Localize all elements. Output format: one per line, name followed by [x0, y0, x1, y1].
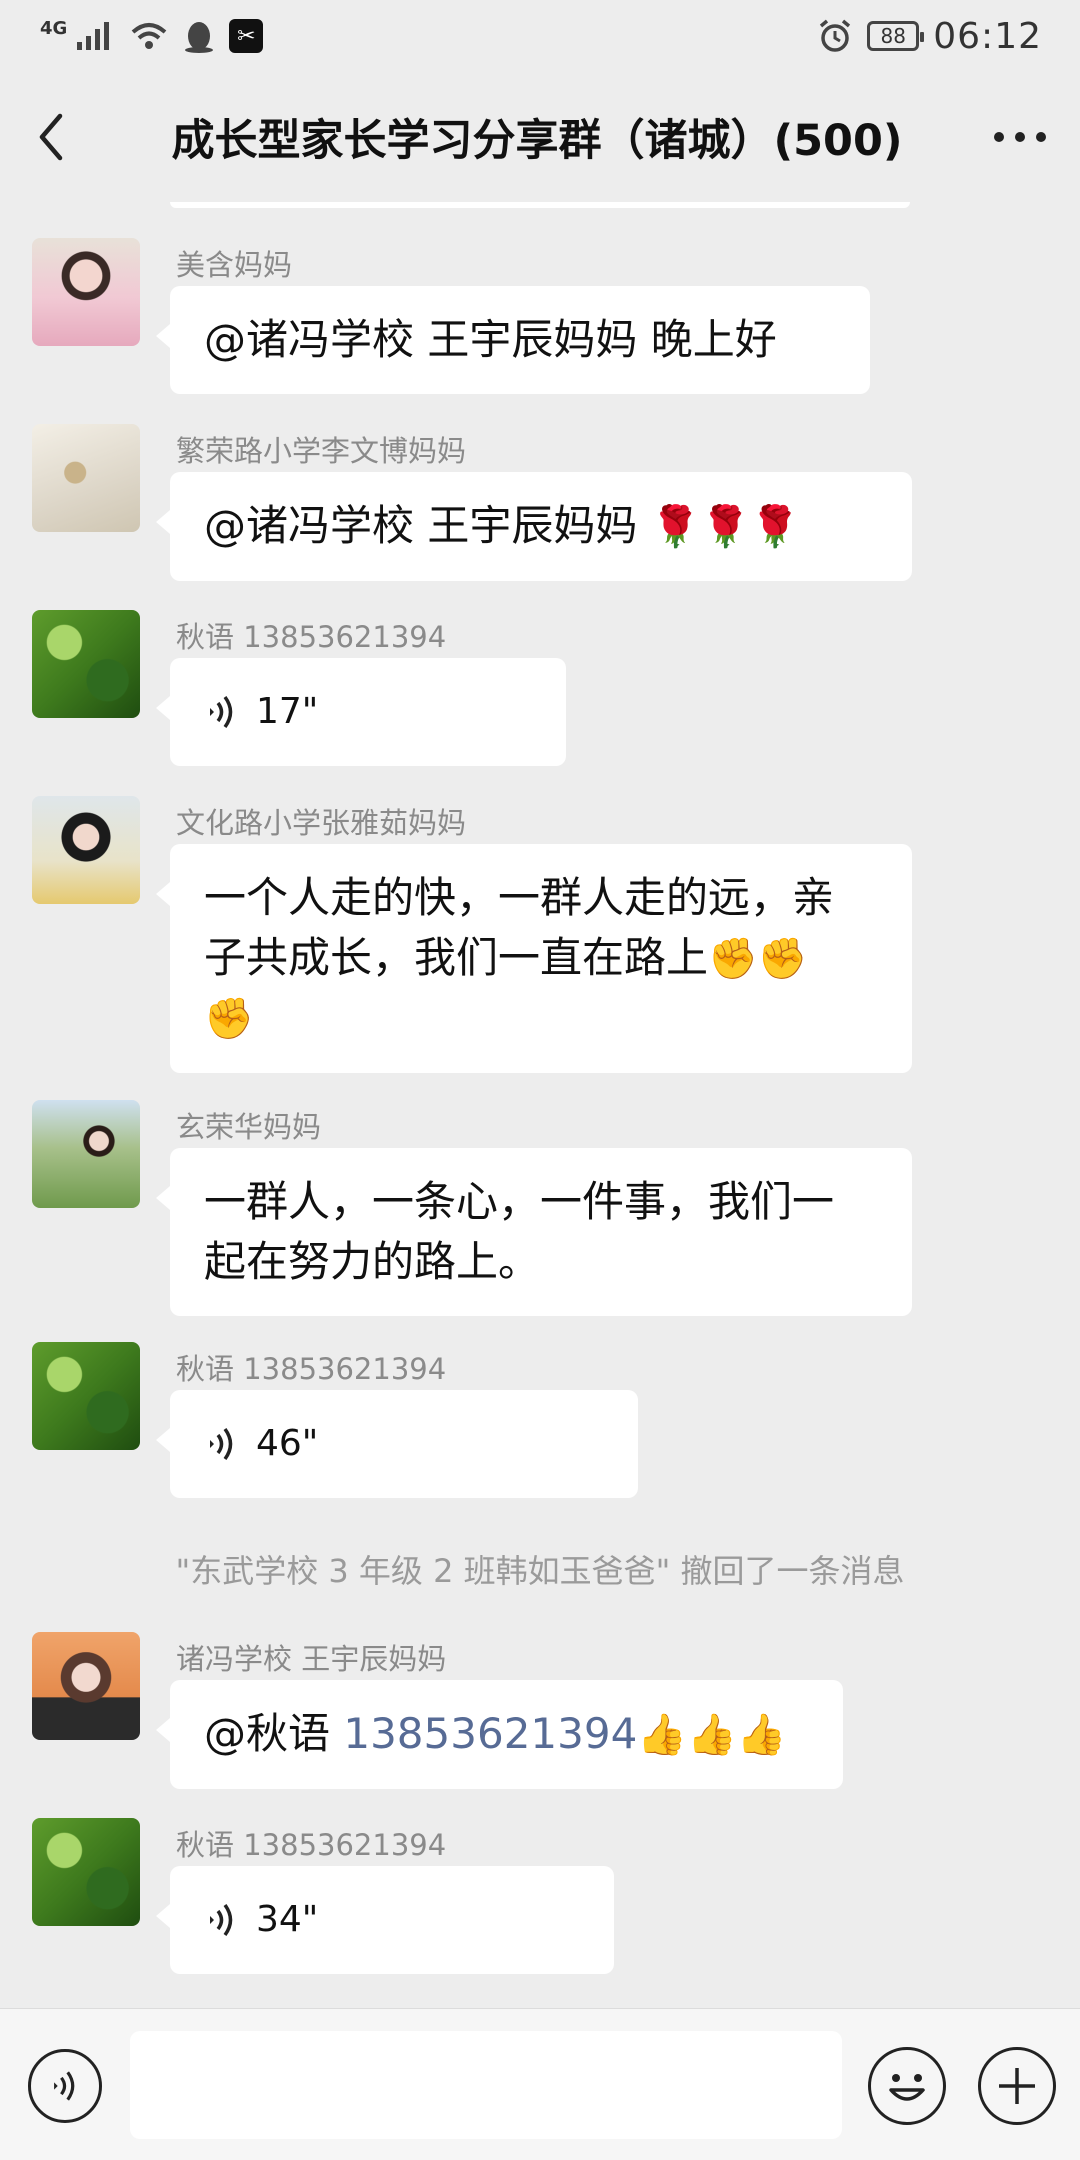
more-dots-icon — [994, 132, 1046, 142]
voice-duration: 46" — [256, 1423, 319, 1464]
voice-duration: 17" — [256, 691, 319, 732]
clock: 06:12 — [933, 15, 1042, 57]
sender-name: 玄荣华妈妈 — [176, 1110, 322, 1144]
avatar[interactable] — [32, 1342, 140, 1450]
voice-wave-icon — [210, 1903, 233, 1937]
emoji-button[interactable] — [868, 2047, 946, 2125]
sender-name: 秋语 13853621394 — [176, 620, 447, 654]
network-type: 4G — [40, 18, 68, 39]
sender-name: 文化路小学张雅茹妈妈 — [176, 806, 467, 840]
qq-penguin-icon — [185, 22, 214, 53]
avatar[interactable] — [32, 796, 140, 904]
message-text: @诸冯学校 王宇辰妈妈 — [204, 501, 651, 550]
message-bubble[interactable]: @诸冯学校 王宇辰妈妈 晚上好 — [156, 286, 870, 394]
voice-message-bubble[interactable]: 46" — [156, 1390, 638, 1498]
status-bar: 4G ✂ 88 06:12 — [0, 0, 1080, 72]
wifi-icon — [131, 23, 167, 49]
message-text-line: 子共成长，我们一直在路上 — [204, 933, 709, 982]
sender-name: 繁荣路小学李文博妈妈 — [176, 434, 467, 468]
message-text: @诸冯学校 王宇辰妈妈 晚上好 — [204, 315, 777, 364]
alarm-icon — [820, 19, 851, 52]
message-input[interactable] — [130, 2031, 842, 2139]
avatar[interactable] — [32, 1100, 140, 1208]
voice-wave-icon — [54, 2071, 75, 2101]
message-bubble[interactable]: @诸冯学校 王宇辰妈妈 🌹🌹🌹 — [156, 472, 912, 581]
thumbs-up-emoji: 👍👍👍 — [637, 1712, 787, 1758]
input-bar — [0, 2008, 1080, 2160]
rose-emoji: 🌹🌹🌹 — [650, 504, 801, 550]
signal-icon — [77, 22, 110, 50]
more-button[interactable] — [990, 107, 1050, 167]
avatar[interactable] — [32, 610, 140, 718]
voice-message-bubble[interactable]: 17" — [156, 658, 566, 766]
message-list[interactable]: 美含妈妈 @诸冯学校 王宇辰妈妈 晚上好 繁荣路小学李文博妈妈 @诸冯学校 王宇… — [0, 202, 1080, 2008]
voice-message-bubble[interactable]: 34" — [156, 1866, 614, 1974]
fist-emoji: ✊ — [204, 996, 254, 1042]
back-button[interactable] — [36, 107, 84, 167]
message-bubble[interactable]: @秋语 13853621394👍👍👍 — [156, 1680, 843, 1789]
fist-emoji: ✊✊ — [708, 936, 808, 982]
chat-title: 成长型家长学习分享群（诸城）(500) — [171, 116, 903, 166]
message-text-line: 一个人走的快，一群人走的远，亲 — [204, 873, 835, 922]
sender-name: 诸冯学校 王宇辰妈妈 — [176, 1642, 447, 1676]
sender-name: 美含妈妈 — [176, 248, 293, 282]
avatar[interactable] — [32, 238, 140, 346]
sender-name: 秋语 13853621394 — [176, 1352, 447, 1386]
message-text-line: 一群人，一条心，一件事，我们一 — [204, 1177, 835, 1226]
mention-text: @秋语 — [204, 1709, 344, 1758]
plus-icon — [999, 2068, 1035, 2104]
message-bubble[interactable]: 一个人走的快，一群人走的远，亲 子共成长，我们一直在路上✊✊ ✊ — [156, 844, 912, 1073]
avatar[interactable] — [32, 1632, 140, 1740]
battery-icon: 88 — [867, 21, 925, 51]
message-bubble[interactable]: 一群人，一条心，一件事，我们一 起在努力的路上。 — [156, 1148, 912, 1316]
smiley-icon — [889, 2074, 925, 2101]
phone-number-link[interactable]: 13853621394 — [343, 1709, 637, 1758]
voice-input-button[interactable] — [28, 2049, 102, 2123]
avatar[interactable] — [32, 1818, 140, 1926]
capcut-app-icon: ✂ — [229, 19, 264, 53]
recall-notice: "东武学校 3 年级 2 班韩如玉爸爸" 撤回了一条消息 — [175, 1552, 905, 1590]
sender-name: 秋语 13853621394 — [176, 1828, 447, 1862]
previous-message-bubble — [170, 202, 910, 208]
voice-wave-icon — [210, 1427, 233, 1461]
voice-wave-icon — [210, 695, 233, 729]
chevron-left-icon — [39, 113, 63, 161]
chat-header: 成长型家长学习分享群（诸城）(500) — [0, 72, 1080, 202]
avatar[interactable] — [32, 424, 140, 532]
message-text-line: 起在努力的路上。 — [204, 1237, 541, 1286]
voice-duration: 34" — [256, 1899, 319, 1940]
more-actions-button[interactable] — [978, 2047, 1056, 2125]
